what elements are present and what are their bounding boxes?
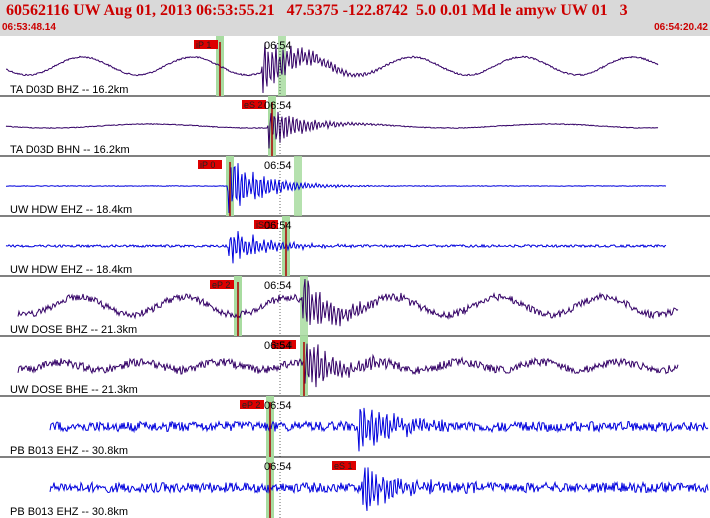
time-mark-label: 06:54 (264, 280, 292, 292)
seismogram-panel[interactable]: iP 1 06:54TA D03D BHZ -- 16.2kmeS 2 06:54T… (0, 36, 710, 518)
trace-row: eS 406:54UW DOSE BHE -- 21.3km (10, 336, 679, 396)
pick-label: eP 2 (212, 280, 230, 290)
pick-label: eS 2 (244, 100, 263, 110)
station-label: TA D03D BHZ -- 16.2km (10, 84, 128, 96)
pick-label: eS 1 (334, 461, 353, 471)
trace-row: eS 2 06:54 TA D03D BHN -- 16.2km (5, 96, 659, 156)
waveform (17, 343, 679, 388)
waveform (17, 278, 679, 327)
time-mark-label: 06:54 (264, 461, 292, 473)
station-label: PB B013 EHZ -- 30.8km (10, 506, 128, 518)
pick-label: iP 1 (196, 40, 211, 50)
station-label: TA D03D BHN -- 16.2km (10, 144, 130, 156)
time-mark-label: 06:54 (264, 220, 292, 232)
time-mark-label: 06:54 (264, 100, 292, 112)
time-mark-label: 06:54 (264, 340, 292, 352)
waveform (49, 467, 709, 511)
trace-row: eP 2 06:54 PB B013 EHZ -- 30.8km (10, 396, 709, 457)
trace-row: iS 106:54UW HDW EHZ -- 18.4km (5, 216, 667, 276)
trace-row: eS 1 06:54 PB B013 EHZ -- 30.8km (10, 457, 709, 518)
trace-row: iP 1 06:54 TA D03D BHZ -- 16.2km (5, 36, 659, 96)
station-label: UW DOSE BHZ -- 21.3km (10, 324, 137, 336)
trace-row: iP 0 06:54 UW HDW EHZ -- 18.4km (5, 156, 667, 216)
event-header: 60562116 UW Aug 01, 2013 06:53:55.21 47.… (0, 0, 710, 36)
pick-label: eP 2 (242, 400, 260, 410)
time-mark-label: 06:54 (264, 160, 292, 172)
event-title: 60562116 UW Aug 01, 2013 06:53:55.21 47.… (6, 2, 628, 19)
time-end-label: 06:54:20.42 (654, 22, 708, 33)
pick-label: iP 0 (200, 160, 215, 170)
station-label: PB B013 EHZ -- 30.8km (10, 445, 128, 457)
waveform (5, 111, 659, 149)
waveform (49, 407, 709, 452)
time-mark-label: 06:54 (264, 400, 292, 412)
trace-row: eP 2 06:54 UW DOSE BHZ -- 21.3km (10, 276, 679, 336)
time-mark-label: 06:54 (264, 40, 292, 52)
time-start-label: 06:53:48.14 (2, 22, 56, 33)
station-label: UW HDW EHZ -- 18.4km (10, 204, 132, 216)
station-label: UW DOSE BHE -- 21.3km (10, 384, 138, 396)
waveform (5, 231, 667, 264)
station-label: UW HDW EHZ -- 18.4km (10, 264, 132, 276)
